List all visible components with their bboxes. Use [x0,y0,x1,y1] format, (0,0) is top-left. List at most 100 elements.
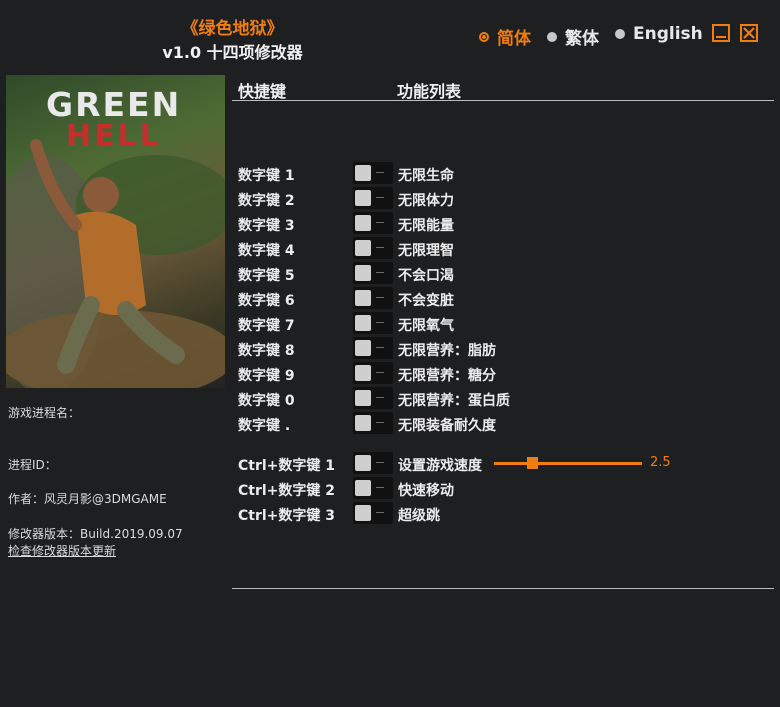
cheat-row: 数字键 2 无限体力 [238,187,778,209]
hotkey-label: Ctrl+数字键 1 [238,458,336,474]
function-label: 超级跳 [398,508,440,524]
cheat-row: 数字键 6 不会变脏 [238,287,778,309]
toggle-dash [376,397,384,398]
toggle-dash [376,487,384,488]
toggle-switch[interactable] [353,337,393,359]
hotkey-label: 数字键 . [238,418,291,434]
toggle-switch[interactable] [353,212,393,234]
cheat-row: 数字键 3 无限能量 [238,212,778,234]
toggle-knob [355,240,371,256]
hotkey-column-header: 快捷键 [238,82,287,101]
toggle-switch[interactable] [353,187,393,209]
radio-icon[interactable] [615,29,625,39]
function-label: 无限营养：蛋白质 [398,393,510,409]
cheat-row: 数字键 4 无限理智 [238,237,778,259]
toggle-knob [355,340,371,356]
process-name-label: 游戏进程名： [8,406,81,420]
toggle-dash [376,512,384,513]
toggle-knob [355,290,371,306]
toggle-knob [355,265,371,281]
toggle-knob [355,390,371,406]
close-icon [743,27,755,39]
function-label: 无限营养：糖分 [398,368,496,384]
hotkey-label: 数字键 9 [238,368,295,384]
close-button[interactable] [740,24,758,42]
function-label: 不会口渴 [398,268,454,284]
toggle-dash [376,297,384,298]
toggle-knob [355,215,371,231]
lang-label: 繁体 [565,29,599,49]
toggle-switch[interactable] [353,452,393,474]
toggle-dash [376,422,384,423]
hotkey-label: 数字键 8 [238,343,295,359]
cover-logo-line2: HELL [66,119,162,154]
cheat-row: 数字键 0 无限营养：蛋白质 [238,387,778,409]
header-divider [232,100,774,101]
toggle-knob [355,190,371,206]
radio-icon[interactable] [547,31,557,42]
toggle-dash [376,222,384,223]
function-label: 快速移动 [398,483,454,499]
cheat-row: 数字键 7 无限氧气 [238,312,778,334]
function-label: 无限营养：脂肪 [398,343,496,359]
toggle-switch[interactable] [353,287,393,309]
toggle-dash [376,247,384,248]
toggle-dash [376,372,384,373]
toggle-knob [355,455,371,471]
toggle-dash [376,462,384,463]
radio-icon[interactable] [479,31,489,42]
toggle-dash [376,197,384,198]
check-update-link[interactable]: 检查修改器版本更新 [8,542,116,559]
hotkey-label: Ctrl+数字键 3 [238,508,336,524]
cheat-row: 数字键 9 无限营养：糖分 [238,362,778,384]
lang-english[interactable]: English [615,24,703,44]
toggle-knob [355,505,371,521]
slider-thumb[interactable] [527,457,539,469]
author-label: 作者：风灵月影@3DMGAME [8,492,167,506]
toggle-switch[interactable] [353,262,393,284]
toggle-knob [355,365,371,381]
app-subtitle: v1.0 十四项修改器 [162,43,303,62]
toggle-dash [376,172,384,173]
app-title: 《绿色地狱》 [181,19,284,39]
lang-traditional[interactable]: 繁体 [547,24,599,49]
lang-label: 简体 [497,29,531,49]
toggle-switch[interactable] [353,502,393,524]
toggle-knob [355,165,371,181]
toggle-dash [376,272,384,273]
game-speed-slider[interactable] [494,457,642,469]
bottom-divider [232,588,774,589]
hotkey-label: 数字键 3 [238,218,295,234]
hotkey-label: 数字键 4 [238,243,295,259]
hotkey-label: 数字键 1 [238,168,295,184]
game-speed-value: 2.5 [650,455,671,470]
function-label: 设置游戏速度 [398,458,482,474]
toggle-switch[interactable] [353,362,393,384]
cheat-row: 数字键 . 无限装备耐久度 [238,412,778,434]
toggle-switch[interactable] [353,237,393,259]
toggle-knob [355,415,371,431]
toggle-switch[interactable] [353,477,393,499]
toggle-switch[interactable] [353,412,393,434]
lang-simplified[interactable]: 简体 [479,24,531,49]
lang-label: English [633,24,703,44]
function-label: 不会变脏 [398,293,454,309]
toggle-switch[interactable] [353,387,393,409]
hotkey-label: Ctrl+数字键 2 [238,483,336,499]
toggle-switch[interactable] [353,162,393,184]
function-column-header: 功能列表 [397,82,462,101]
hotkey-label: 数字键 0 [238,393,295,409]
function-label: 无限理智 [398,243,454,259]
cheat-row: Ctrl+数字键 3 超级跳 [238,502,778,524]
process-id-label: 进程ID： [8,458,57,472]
version-label: 修改器版本：Build.2019.09.07 [8,527,183,541]
toggle-knob [355,315,371,331]
toggle-switch[interactable] [353,312,393,334]
minimize-button[interactable] [712,24,730,42]
function-label: 无限装备耐久度 [398,418,496,434]
hotkey-label: 数字键 5 [238,268,295,284]
cheat-row: 数字键 5 不会口渴 [238,262,778,284]
game-cover-image: GREEN HELL [6,75,225,388]
function-label: 无限氧气 [398,318,454,334]
cheat-row: 数字键 1 无限生命 [238,162,778,184]
